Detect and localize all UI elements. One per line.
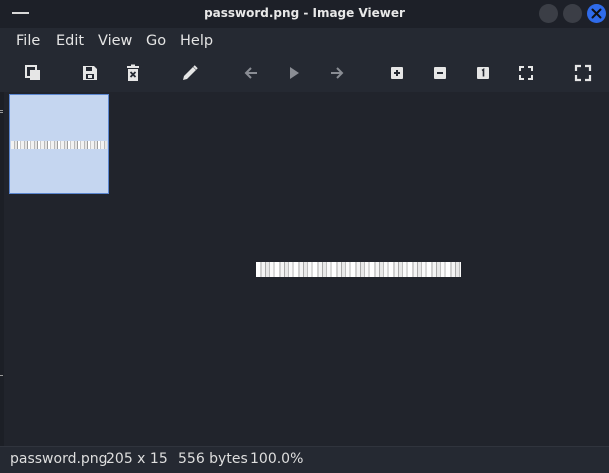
fullscreen-button[interactable] [574, 64, 594, 84]
maximize-button[interactable] [563, 4, 582, 23]
status-bar: password.png 205 x 15 556 bytes 100.0% [0, 446, 609, 473]
status-filename: password.png [10, 451, 108, 467]
delete-button[interactable] [124, 64, 144, 84]
pane-handle-top [0, 110, 3, 111]
zoom-actual-size-button[interactable] [474, 64, 494, 84]
pane-handle-top-2 [0, 112, 3, 113]
thumbnail-image-strip [11, 141, 107, 149]
zoom-out-button[interactable] [431, 64, 451, 84]
minimize-button[interactable] [539, 4, 558, 23]
edit-button[interactable] [181, 64, 201, 84]
status-zoom: 100.0% [250, 451, 304, 467]
forward-icon [331, 67, 344, 79]
previous-button[interactable] [242, 64, 262, 84]
pane-handle-bottom [0, 375, 3, 376]
slideshow-button[interactable] [285, 64, 305, 84]
back-icon [244, 67, 257, 79]
menu-bar: File Edit View Go Help [0, 28, 609, 56]
fullscreen-icon [574, 64, 592, 82]
zoom-fit-button[interactable] [517, 64, 537, 84]
toolbar [0, 56, 609, 92]
close-icon [591, 8, 602, 19]
menu-help[interactable]: Help [180, 33, 213, 49]
copy-icon [25, 65, 40, 80]
menu-view[interactable]: View [98, 33, 132, 49]
next-button[interactable] [328, 64, 348, 84]
displayed-image [256, 262, 461, 277]
zoom-fit-icon [519, 66, 533, 80]
zoom-out-icon [434, 67, 446, 79]
save-icon [83, 66, 97, 80]
menu-edit[interactable]: Edit [56, 33, 84, 49]
edit-icon [183, 65, 198, 80]
thumbnail-password-png[interactable] [9, 94, 109, 194]
menu-file[interactable]: File [16, 33, 40, 49]
save-button[interactable] [81, 64, 101, 84]
close-button[interactable] [587, 4, 606, 23]
zoom-actual-icon [477, 67, 489, 79]
status-size: 556 bytes [178, 451, 248, 467]
play-icon [290, 67, 299, 79]
delete-icon [127, 64, 139, 81]
zoom-in-button[interactable] [388, 64, 408, 84]
window-title: password.png - Image Viewer [204, 6, 405, 20]
title-bar: password.png - Image Viewer [0, 0, 609, 28]
copy-button[interactable] [24, 64, 44, 84]
zoom-in-icon [391, 67, 403, 79]
status-dimensions: 205 x 15 [106, 451, 168, 467]
menu-go[interactable]: Go [146, 33, 166, 49]
